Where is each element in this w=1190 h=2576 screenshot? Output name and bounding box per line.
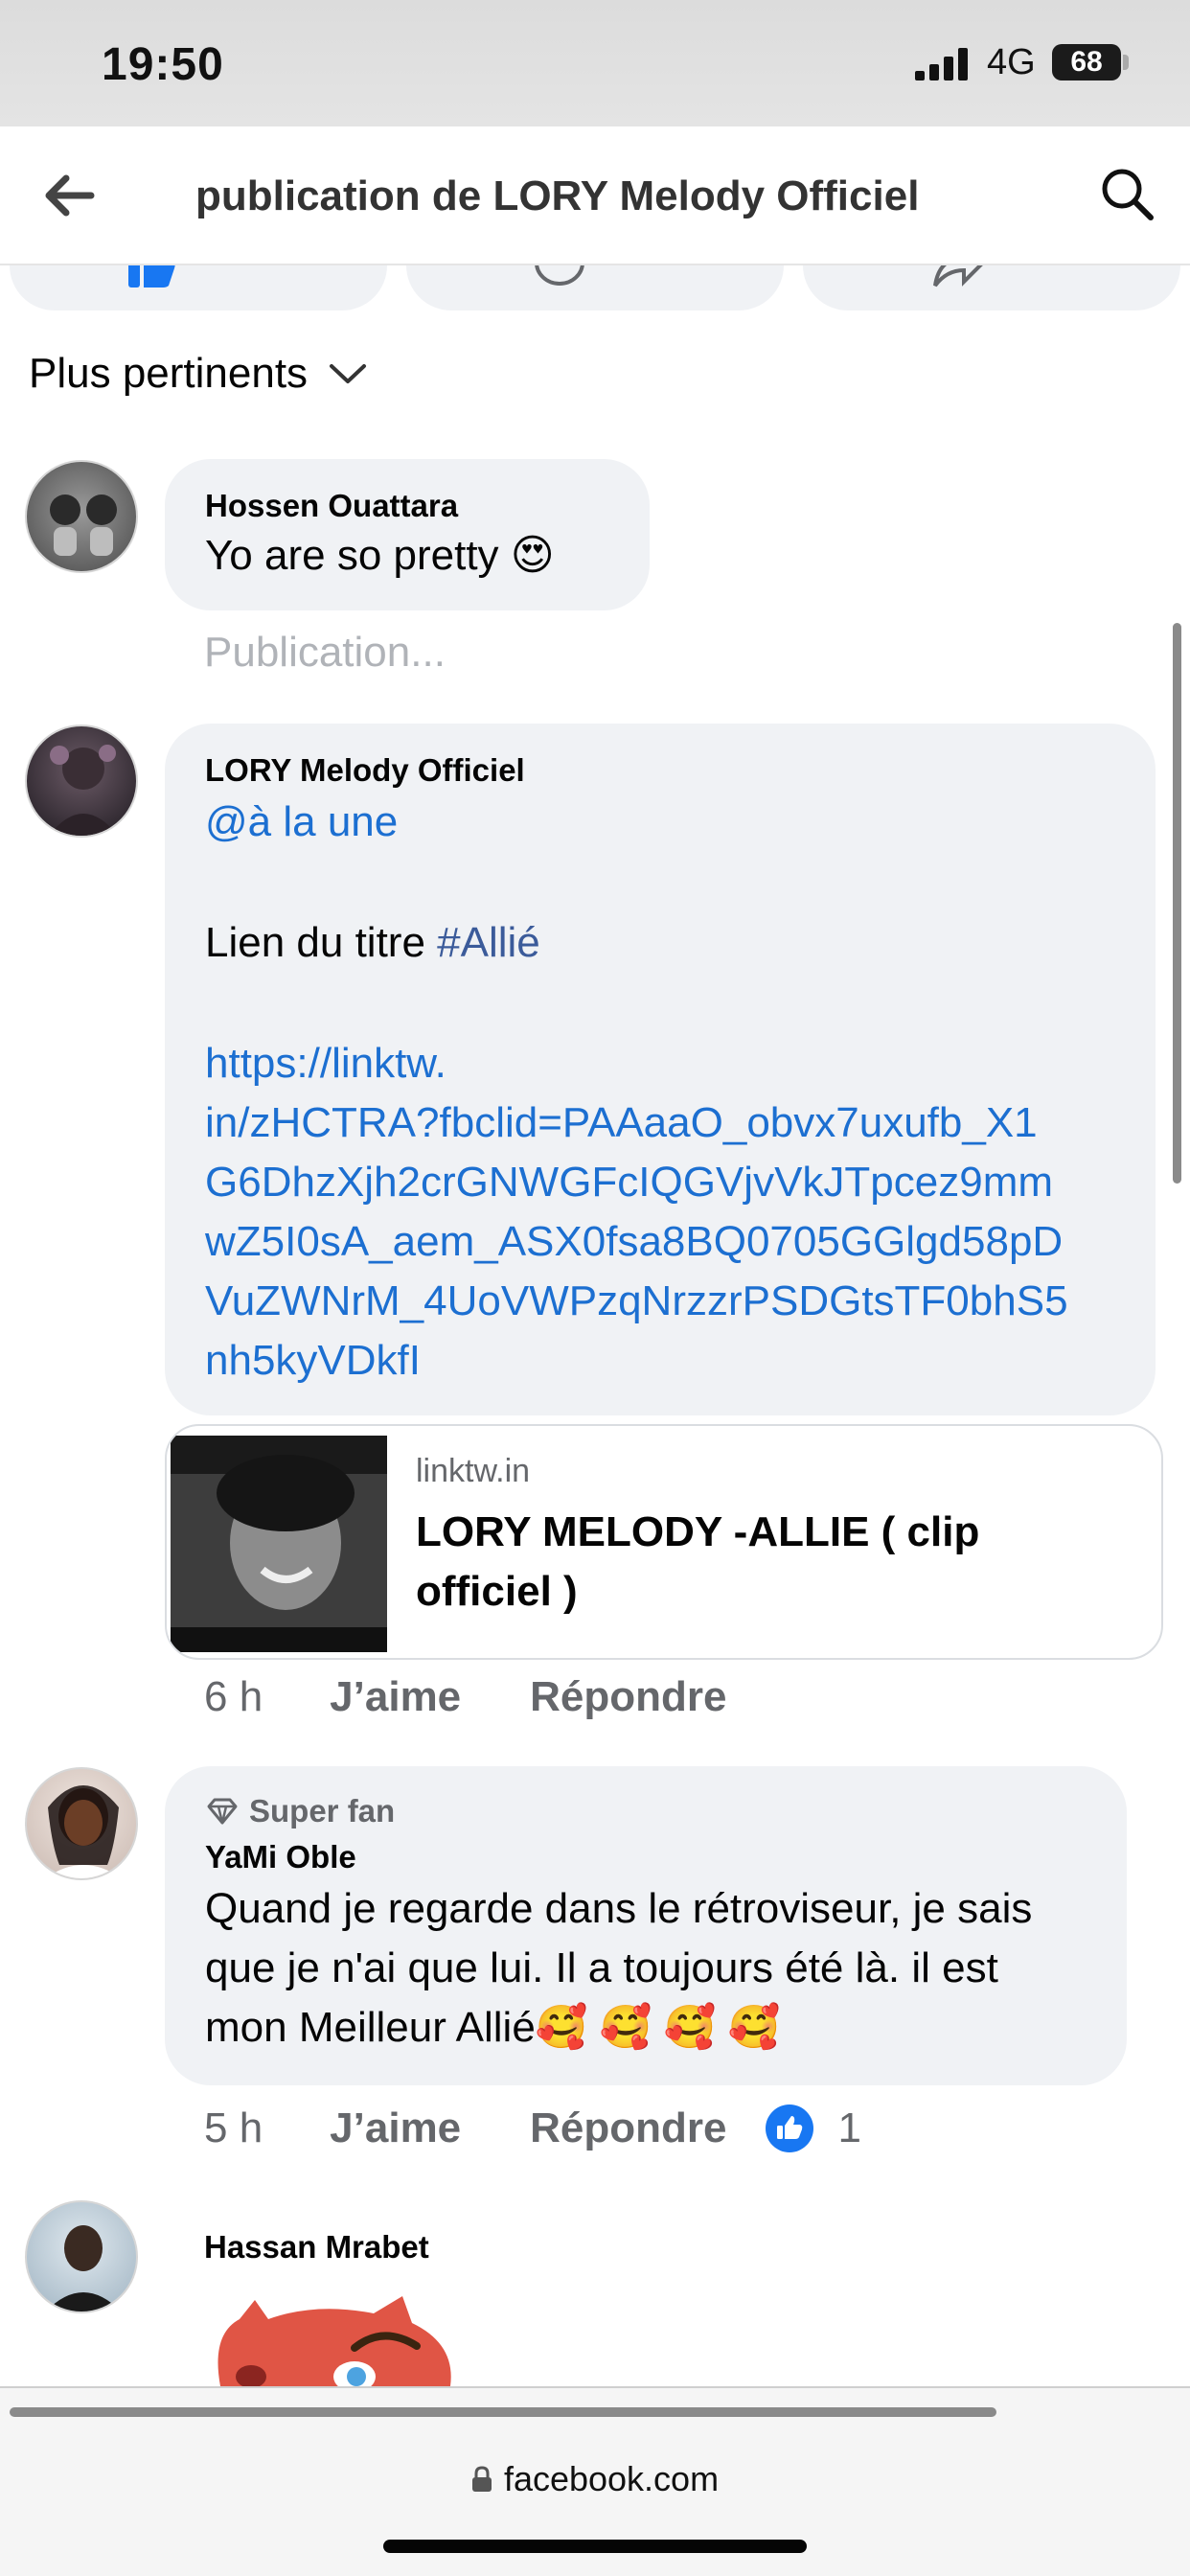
comment-actions: 6 h J’aime Répondre	[204, 1673, 727, 1721]
avatar-image	[49, 745, 118, 836]
back-arrow-icon	[45, 174, 95, 217]
url-line: VuZWNrM_4UoVWPzqNrzzrPSDGtsTF0bhS5	[205, 1277, 1068, 1324]
comment-author[interactable]: Hossen Ouattara	[205, 488, 458, 524]
signal-icon	[915, 48, 968, 80]
reply-button[interactable]: Répondre	[530, 2104, 726, 2152]
avatar[interactable]	[25, 460, 138, 573]
comment-bubble[interactable]: Super fan YaMi Oble Quand je regarde dan…	[165, 1766, 1127, 2085]
comment-text: Quand je regarde dans le rétroviseur, je…	[205, 1879, 1032, 2058]
url-line: nh5kyVDkfI	[205, 1337, 421, 1384]
status-bar: 19:50 4G 68	[0, 0, 1190, 126]
reaction-summary[interactable]: 1	[765, 2104, 861, 2152]
comment-time: 5 h	[204, 2104, 263, 2151]
comment-actions: 5 h J’aime Répondre 1	[204, 2104, 861, 2152]
diamond-icon	[207, 1798, 238, 1825]
url-line: wZ5I0sA_aem_ASX0fsa8BQ0705GGlgd58pD	[205, 1218, 1064, 1265]
avatar[interactable]	[25, 1767, 138, 1880]
comment-text: Lien du titre #Allié	[205, 913, 540, 973]
nav-bar: publication de LORY Melody Officiel	[0, 126, 1190, 265]
search-icon	[1102, 169, 1154, 220]
lock-icon	[471, 2466, 492, 2492]
url-bar[interactable]: facebook.com	[0, 2459, 1190, 2499]
comment-time: 6 h	[204, 1673, 263, 1720]
comment-line: mon Meilleur Allié🥰 🥰 🥰 🥰	[205, 2004, 781, 2051]
avatar-image	[45, 1785, 122, 1878]
comment-author[interactable]: LORY Melody Officiel	[205, 752, 525, 789]
comment-bubble[interactable]: LORY Melody Officiel @à la une Lien du t…	[165, 724, 1156, 1415]
comment-line: que je n'ai que lui. Il a toujours été l…	[205, 1944, 998, 1991]
like-button[interactable]: J’aime	[330, 2104, 461, 2152]
avatar[interactable]	[25, 2200, 138, 2313]
page-title: publication de LORY Melody Officiel	[195, 172, 920, 219]
comment-bubble[interactable]: Hossen Ouattara Yo are so pretty 😍	[165, 459, 650, 610]
url-text: facebook.com	[503, 2459, 720, 2498]
preview-domain: linktw.in	[416, 1453, 531, 1489]
avatar-image	[50, 494, 117, 556]
avatar-image	[45, 2225, 122, 2312]
search-button[interactable]	[1096, 163, 1157, 224]
home-indicator[interactable]	[383, 2540, 807, 2553]
url-line: in/zHCTRA?fbclid=PAAaaO_obvx7uxufb_X1	[205, 1099, 1038, 1146]
heart-eyes-emoji: 😍	[510, 532, 555, 579]
url-link[interactable]: https://linktw. in/zHCTRA?fbclid=PAAaaO_…	[205, 1034, 1068, 1391]
preview-title: LORY MELODY -ALLIE ( clip officiel )	[416, 1508, 980, 1615]
battery-tip	[1123, 55, 1129, 70]
preview-thumbnail	[171, 1436, 387, 1652]
url-line: G6DhzXjh2crGNWGFcIQGVjvVkJTpcez9mm	[205, 1159, 1054, 1206]
like-reaction-icon	[765, 2104, 813, 2152]
status-time: 19:50	[102, 39, 224, 90]
comment-author[interactable]: YaMi Oble	[205, 1839, 356, 1875]
like-button[interactable]: J’aime	[330, 1673, 461, 1721]
battery-icon: 68	[1052, 44, 1121, 80]
comment-text-body: Yo are so pretty	[205, 532, 499, 579]
back-button[interactable]	[38, 165, 100, 226]
sort-label: Plus pertinents	[29, 350, 309, 397]
horizontal-scrollbar[interactable]	[10, 2407, 996, 2417]
chevron-down-icon	[330, 364, 367, 383]
sort-selector[interactable]: Plus pertinents	[29, 350, 367, 398]
badge-label: Super fan	[249, 1793, 396, 1828]
comment-text: Yo are so pretty 😍	[205, 526, 555, 586]
pending-status: Publication...	[204, 629, 446, 676]
comment-text-body: Lien du titre	[205, 919, 438, 966]
avatar[interactable]	[25, 724, 138, 838]
hashtag-link[interactable]: #Allié	[437, 919, 540, 966]
vertical-scrollbar[interactable]	[1173, 623, 1181, 1184]
comment-author[interactable]: Hassan Mrabet	[204, 2229, 429, 2266]
network-type: 4G	[987, 42, 1036, 82]
comment-line: Quand je regarde dans le rétroviseur, je…	[205, 1885, 1033, 1932]
mention-link[interactable]: @à la une	[205, 793, 398, 852]
reaction-count: 1	[837, 2104, 861, 2151]
reply-button[interactable]: Répondre	[530, 1673, 726, 1721]
url-line: https://linktw.	[205, 1040, 446, 1087]
super-fan-badge: Super fan	[205, 1793, 395, 1829]
link-preview-card[interactable]: linktw.in LORY MELODY -ALLIE ( clip offi…	[165, 1424, 1163, 1660]
sticker-image	[217, 2296, 451, 2386]
